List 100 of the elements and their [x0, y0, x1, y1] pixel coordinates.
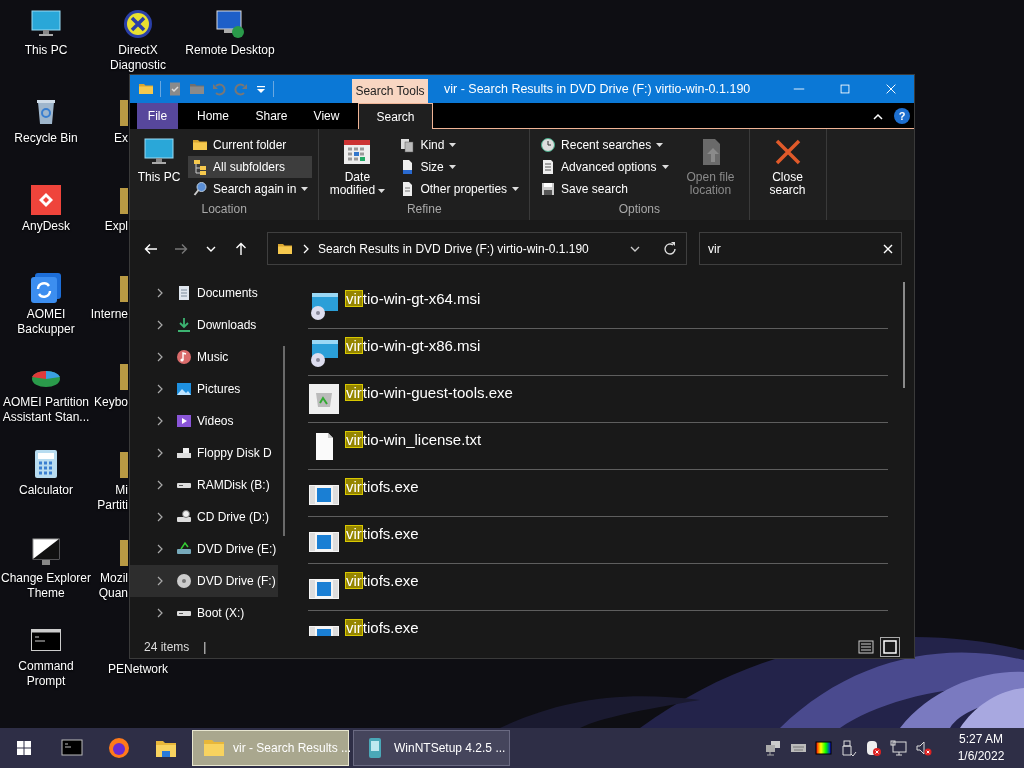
search-input[interactable]: vir — [708, 241, 883, 256]
ribbon-tab[interactable]: File — [137, 103, 178, 129]
ribbon-button[interactable]: Save search — [536, 178, 673, 200]
file-name[interactable]: virtiofs.exe — [345, 524, 419, 544]
network-icon[interactable] — [765, 739, 782, 757]
desktop-icon-label[interactable]: AnyDesk — [22, 219, 70, 234]
documents-icon — [176, 285, 192, 301]
desktop-icon-label[interactable]: Change Explorer Theme — [0, 571, 92, 601]
chevron-right-icon — [302, 243, 310, 254]
chevron-icon[interactable] — [156, 448, 164, 458]
desktop-icon-label[interactable]: Recycle Bin — [14, 131, 78, 146]
nav-item[interactable]: Music — [130, 341, 278, 373]
nav-item[interactable]: Downloads — [130, 309, 278, 341]
nav-item[interactable]: Videos — [130, 405, 278, 437]
refresh-icon[interactable] — [662, 240, 678, 257]
taskbar-button[interactable]: WinNTSetup 4.2.5 ... — [353, 730, 510, 766]
chevron-icon[interactable] — [156, 320, 164, 330]
clock-date[interactable]: 1/6/2022 — [957, 748, 1005, 765]
desktop-icon-label[interactable]: Mozil Quan — [92, 571, 128, 601]
desktop-icon-label[interactable]: Remote Desktop — [185, 43, 275, 58]
file-name[interactable]: virtio-win-gt-x64.msi — [345, 289, 481, 309]
nav-item[interactable]: Boot (X:) — [130, 597, 278, 629]
scrollbar-thumb[interactable] — [903, 282, 905, 388]
ribbon-button[interactable]: Advanced options — [536, 156, 673, 178]
cd-drive-icon — [176, 509, 192, 525]
nav-item[interactable]: Documents — [130, 277, 278, 309]
ribbon-button[interactable]: Close search — [755, 132, 820, 202]
ribbon-button[interactable]: Kind — [395, 134, 524, 156]
context-tab-header: Search Tools — [352, 79, 428, 103]
chevron-icon[interactable] — [156, 352, 164, 362]
nav-item[interactable]: Pictures — [130, 373, 278, 405]
ribbon-button[interactable]: Other properties — [395, 178, 524, 200]
desktop-icon-label[interactable]: PENetwork — [108, 662, 168, 677]
remote-desktop-icon — [214, 8, 246, 40]
ribbon-button[interactable]: Search again in — [188, 178, 313, 200]
ribbon-button[interactable]: Date modified — [325, 132, 390, 202]
desktop-icon-label[interactable]: Mi Partiti — [92, 483, 128, 513]
ribbon-button[interactable]: Size — [395, 156, 524, 178]
desktop-icon-label[interactable]: Command Prompt — [0, 659, 92, 689]
usb-icon[interactable] — [840, 739, 857, 757]
close-icon[interactable] — [884, 82, 898, 96]
ribbon-button[interactable]: This PC — [136, 132, 182, 202]
help-button[interactable]: ? — [894, 107, 910, 124]
up-arrow-icon[interactable] — [233, 240, 249, 257]
group-label: Refine — [405, 202, 443, 218]
ribbon-button[interactable]: All subfolders — [188, 156, 313, 178]
start-icon[interactable] — [16, 740, 32, 756]
chevron-icon[interactable] — [156, 384, 164, 394]
chevron-icon[interactable] — [156, 608, 164, 618]
chevron-icon[interactable] — [156, 480, 164, 490]
ribbon-tab[interactable]: Share — [248, 103, 295, 129]
sync-app-icon — [30, 272, 62, 304]
file-name[interactable]: virtio-win-gt-x86.msi — [345, 336, 481, 356]
nav-item[interactable]: RAMDisk (B:) — [130, 469, 278, 501]
desktop-icon-label[interactable]: DirectX Diagnostic — [92, 43, 184, 73]
desktop-icon-label[interactable]: Ex — [114, 131, 128, 146]
details-view-icon[interactable] — [856, 637, 876, 657]
clock-icon — [540, 137, 557, 153]
desktop-icon-label[interactable]: This PC — [24, 43, 68, 58]
clear-icon[interactable] — [883, 243, 893, 254]
spectrum-icon[interactable] — [815, 739, 832, 757]
item-count: 24 items — [144, 640, 190, 654]
file-name[interactable]: virtiofs.exe — [345, 571, 419, 591]
desktop-icon-label[interactable]: AOMEI Backupper — [0, 307, 92, 337]
address-bar[interactable]: Search Results in DVD Drive (F:) virtio-win-0.1.190 — [267, 232, 687, 265]
chevron-icon[interactable] — [156, 544, 164, 554]
ribbon-button[interactable]: Recent searches — [536, 134, 673, 156]
nav-item[interactable]: DVD Drive (E:) — [130, 533, 278, 565]
ribbon-tab[interactable]: View — [295, 103, 358, 129]
desktop-icon-label[interactable]: Keybo — [93, 395, 128, 410]
file-name[interactable]: virtio-win_license.txt — [345, 430, 482, 450]
desktop-icon-label[interactable]: AOMEI Partition Assistant Stan... — [0, 395, 92, 425]
file-name[interactable]: virtio-win-guest-tools.exe — [345, 383, 513, 403]
ribbon-tab[interactable]: Home — [178, 103, 248, 129]
mouse-error-icon[interactable] — [865, 739, 882, 757]
file-name[interactable]: virtiofs.exe — [345, 477, 419, 497]
scrollbar-thumb[interactable] — [283, 346, 285, 536]
nav-item[interactable]: CD Drive (D:) — [130, 501, 278, 533]
box-icon[interactable] — [308, 383, 340, 415]
checklist-icon[interactable] — [167, 81, 183, 97]
ribbon-tab[interactable]: Search — [358, 103, 433, 129]
nav-item[interactable]: DVD Drive (F:) — [130, 565, 278, 597]
monitor-icon[interactable] — [890, 739, 907, 757]
search-icon — [192, 181, 208, 197]
file-name[interactable]: virtiofs.exe — [345, 618, 419, 636]
desktop-icon-label[interactable]: Expl — [104, 219, 128, 234]
terminal-icon[interactable] — [60, 737, 83, 759]
firefox-icon[interactable] — [107, 737, 130, 759]
desktop-icon-label[interactable]: Interne — [90, 307, 128, 322]
chevron-icon[interactable] — [156, 576, 164, 586]
chevron-icon[interactable] — [156, 512, 164, 522]
search-field[interactable]: vir — [699, 232, 902, 265]
clock-time[interactable]: 5:27 AM — [959, 731, 1003, 748]
speaker-muted-icon[interactable] — [915, 739, 932, 757]
nav-item[interactable]: Floppy Disk D — [130, 437, 278, 469]
chevron-icon[interactable] — [156, 416, 164, 426]
ribbon-button[interactable]: Current folder — [188, 134, 313, 156]
desktop-icon-label[interactable]: Calculator — [19, 483, 73, 498]
chevron-icon[interactable] — [156, 288, 164, 298]
large-icons-view-icon[interactable] — [880, 637, 900, 657]
